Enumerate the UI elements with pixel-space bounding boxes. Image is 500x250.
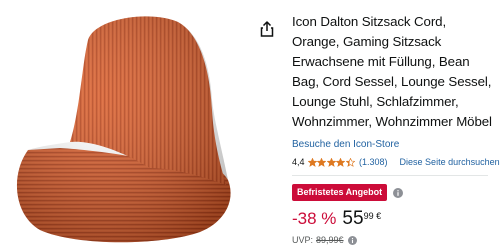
uvp-price: 89,99€ bbox=[316, 235, 344, 245]
rating-value: 4,4 bbox=[292, 157, 305, 167]
info-icon[interactable] bbox=[393, 187, 404, 198]
store-link[interactable]: Besuche den Icon-Store bbox=[292, 139, 496, 150]
star-rating[interactable] bbox=[307, 157, 356, 167]
product-page: Icon Dalton Sitzsack Cord, Orange, Gamin… bbox=[0, 0, 500, 250]
uvp-label: UVP: bbox=[292, 235, 314, 245]
discount-percentage: -38 % bbox=[292, 209, 337, 228]
price-whole: 55 bbox=[342, 208, 364, 229]
share-icon[interactable] bbox=[258, 20, 276, 38]
uvp-row: UVP: 89,99€ bbox=[292, 235, 496, 245]
review-count[interactable]: (1.308) bbox=[359, 157, 388, 167]
search-page-link[interactable]: Diese Seite durchsuchen bbox=[400, 157, 500, 167]
product-details: Icon Dalton Sitzsack Cord, Orange, Gamin… bbox=[292, 12, 500, 245]
price-row: -38 % 55 99 € bbox=[292, 208, 496, 230]
star-icon bbox=[336, 157, 346, 167]
star-icon bbox=[307, 157, 317, 167]
product-title: Icon Dalton Sitzsack Cord, Orange, Gamin… bbox=[292, 14, 492, 129]
deal-badge: Befristetes Angebot bbox=[292, 184, 388, 201]
rating-row: 4,4 (1.308) Diese Seite durchsuchen bbox=[292, 156, 500, 168]
deal-row: Befristetes Angebot bbox=[292, 184, 496, 201]
star-icon bbox=[345, 157, 355, 167]
uvp-info-icon[interactable] bbox=[347, 235, 357, 245]
price-fraction: 99 € bbox=[363, 211, 382, 221]
star-icon bbox=[317, 157, 327, 167]
star-icon bbox=[326, 157, 336, 167]
section-divider bbox=[292, 175, 488, 176]
product-image[interactable] bbox=[0, 0, 262, 250]
bean-bag-illustration bbox=[16, 16, 231, 243]
